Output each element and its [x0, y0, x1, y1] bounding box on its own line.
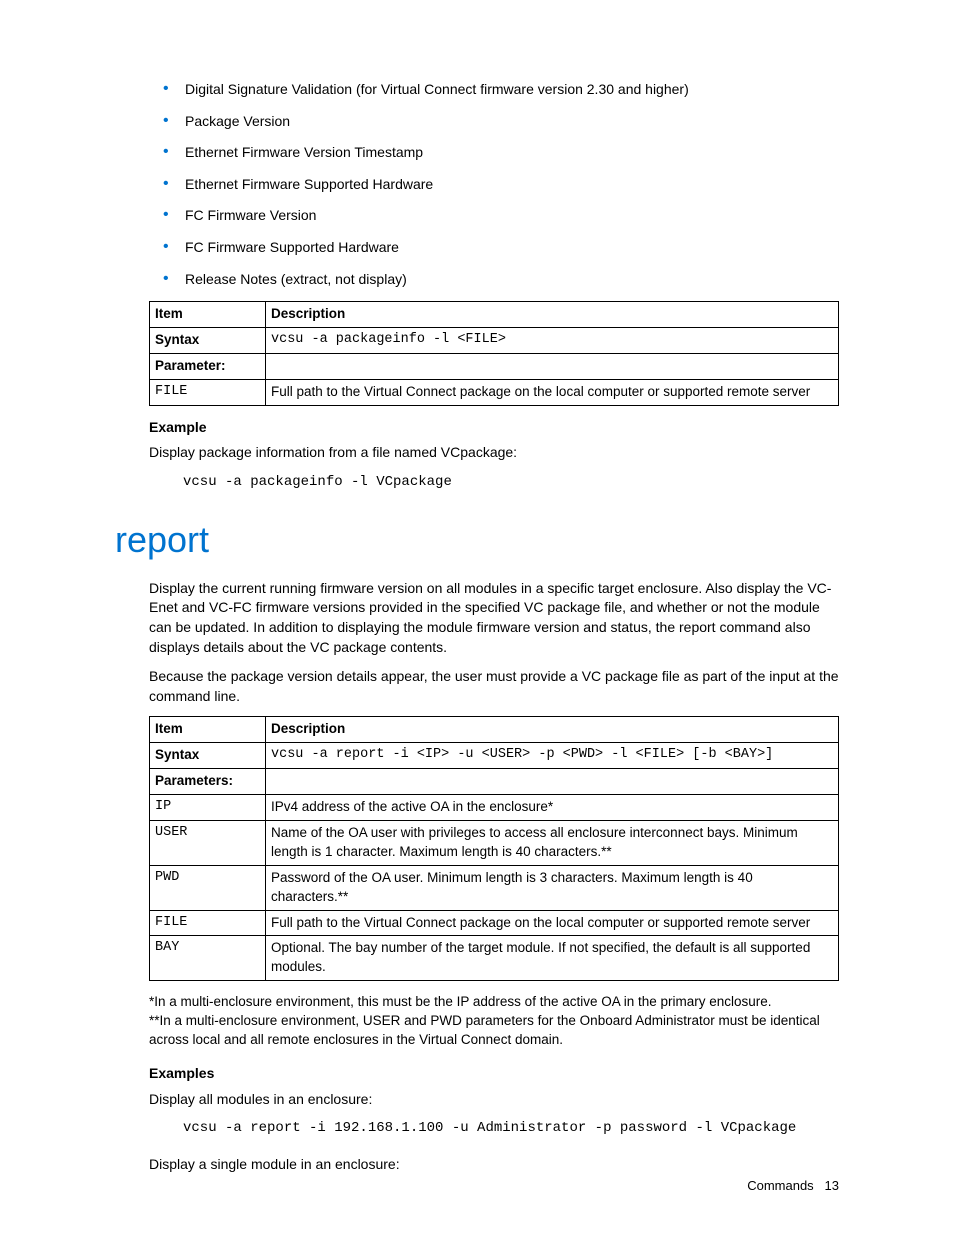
footnote-2: **In a multi-enclosure environment, USER… — [149, 1012, 839, 1050]
example2-code: vcsu -a report -i 192.168.1.100 -u Admin… — [183, 1119, 839, 1139]
bullet-item: Package Version — [149, 112, 839, 132]
param-key: BAY — [150, 936, 266, 981]
example3-intro: Display a single module in an enclosure: — [149, 1155, 839, 1175]
parameters-empty — [266, 769, 839, 795]
table-header-description: Description — [266, 717, 839, 743]
param-desc: Name of the OA user with privileges to a… — [266, 821, 839, 866]
table-header-item: Item — [150, 717, 266, 743]
footnote-1: *In a multi-enclosure environment, this … — [149, 993, 839, 1012]
feature-bullet-list: Digital Signature Validation (for Virtua… — [149, 80, 839, 289]
report-paragraph-1: Display the current running firmware ver… — [149, 579, 839, 657]
example-intro: Display package information from a file … — [149, 443, 839, 463]
table-header-description: Description — [266, 302, 839, 328]
bullet-item: FC Firmware Supported Hardware — [149, 238, 839, 258]
syntax-value: vcsu -a report -i <IP> -u <USER> -p <PWD… — [266, 743, 839, 769]
param-desc: Password of the OA user. Minimum length … — [266, 865, 839, 910]
param-key: FILE — [150, 379, 266, 405]
examples-heading: Examples — [149, 1064, 839, 1084]
param-key: PWD — [150, 865, 266, 910]
example-heading: Example — [149, 418, 839, 438]
param-desc: Optional. The bay number of the target m… — [266, 936, 839, 981]
bullet-item: Ethernet Firmware Version Timestamp — [149, 143, 839, 163]
syntax-value: vcsu -a packageinfo -l <FILE> — [266, 328, 839, 354]
param-key: USER — [150, 821, 266, 866]
example-code: vcsu -a packageinfo -l VCpackage — [183, 473, 839, 493]
page-footer: Commands 13 — [747, 1177, 839, 1195]
param-desc: Full path to the Virtual Connect package… — [266, 910, 839, 936]
example2-intro: Display all modules in an enclosure: — [149, 1090, 839, 1110]
parameter-empty — [266, 353, 839, 379]
param-key: IP — [150, 795, 266, 821]
syntax-label: Syntax — [150, 328, 266, 354]
bullet-item: Ethernet Firmware Supported Hardware — [149, 175, 839, 195]
report-parameter-table: Item Description Syntax vcsu -a report -… — [149, 716, 839, 981]
table-header-item: Item — [150, 302, 266, 328]
footer-section-label: Commands — [747, 1178, 813, 1193]
parameters-label: Parameters: — [150, 769, 266, 795]
report-paragraph-2: Because the package version details appe… — [149, 667, 839, 706]
bullet-item: Release Notes (extract, not display) — [149, 270, 839, 290]
parameter-label: Parameter: — [150, 353, 266, 379]
footer-page-number: 13 — [825, 1178, 839, 1193]
packageinfo-parameter-table: Item Description Syntax vcsu -a packagei… — [149, 301, 839, 406]
footnotes: *In a multi-enclosure environment, this … — [149, 993, 839, 1050]
param-desc: Full path to the Virtual Connect package… — [266, 379, 839, 405]
bullet-item: FC Firmware Version — [149, 206, 839, 226]
param-desc: IPv4 address of the active OA in the enc… — [266, 795, 839, 821]
syntax-label: Syntax — [150, 743, 266, 769]
report-heading: report — [115, 515, 839, 565]
param-key: FILE — [150, 910, 266, 936]
bullet-item: Digital Signature Validation (for Virtua… — [149, 80, 839, 100]
